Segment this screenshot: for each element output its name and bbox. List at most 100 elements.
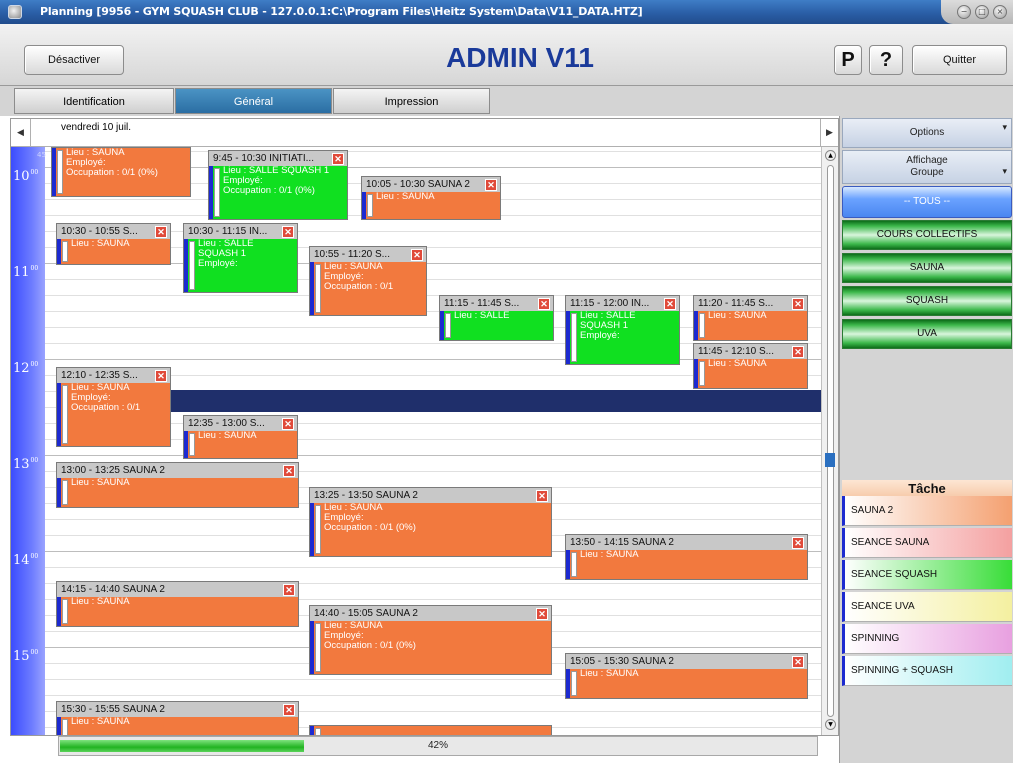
scroll-down-icon[interactable]: ▼ [825, 719, 836, 730]
close-icon[interactable]: ✕ [282, 226, 294, 238]
close-icon[interactable]: ✕ [283, 465, 295, 477]
event-details: Lieu : SAUNA [71, 477, 130, 488]
event-block[interactable]: 13:50 - 14:15 SAUNA 2 Lieu : SAUNA ✕ [565, 534, 808, 580]
event-block[interactable]: 12:35 - 13:00 S... Lieu : SAUNA ✕ [183, 415, 298, 459]
event-details: Lieu : SAUNA Employé: Occupation : 0/1 [71, 382, 141, 413]
event-indicator [315, 623, 321, 672]
hour-label: 1200 [13, 361, 39, 376]
tab-identification[interactable]: Identification [14, 88, 174, 114]
event-side-marker [52, 148, 56, 196]
minimize-icon[interactable]: − [957, 5, 971, 19]
event-block[interactable]: 10:30 - 11:15 IN... Lieu : SALLE SQUASH 1… [183, 223, 298, 293]
app-title: ADMIN V11 [446, 42, 594, 73]
close-icon[interactable]: ✕ [332, 153, 344, 165]
close-icon[interactable]: ✕ [792, 656, 804, 668]
event-body: Lieu : SALLE [440, 311, 553, 340]
close-icon[interactable]: ✕ [283, 584, 295, 596]
task-item[interactable]: SPINNING [842, 624, 1012, 654]
maximize-icon[interactable]: □ [975, 5, 989, 19]
close-icon[interactable]: ✕ [282, 418, 294, 430]
close-icon[interactable]: ✕ [536, 490, 548, 502]
date-label: vendredi 10 juil. [61, 122, 132, 133]
event-body: Lieu : SAUNA [694, 359, 807, 388]
event-indicator [699, 313, 705, 338]
hour-label: 1300 [13, 457, 39, 472]
deactivate-button[interactable]: Désactiver [24, 45, 124, 75]
event-details: Lieu : SAUNA [708, 310, 767, 321]
event-block[interactable]: 15:30 - 15:55 SAUNA 2 Lieu : SAUNA ✕ [56, 701, 299, 735]
event-title: 11:20 - 11:45 S... [694, 296, 807, 311]
event-block[interactable]: 12:10 - 12:35 S... Lieu : SAUNA Employé: … [56, 367, 171, 447]
close-icon[interactable]: ✕ [664, 298, 676, 310]
event-block[interactable]: 10:05 - 10:30 SAUNA 2 Lieu : SAUNA ✕ [361, 176, 501, 220]
event-block[interactable]: 11:15 - 11:45 S... Lieu : SALLE ✕ [439, 295, 554, 341]
options-dropdown[interactable]: Options ▾ [842, 118, 1012, 148]
event-indicator [367, 194, 373, 217]
task-item[interactable]: SEANCE SQUASH [842, 560, 1012, 590]
event-title: 10:05 - 10:30 SAUNA 2 [362, 177, 500, 192]
close-window-icon[interactable]: × [993, 5, 1007, 19]
close-icon[interactable]: ✕ [792, 537, 804, 549]
chevron-down-icon: ▾ [1002, 166, 1007, 176]
close-icon[interactable]: ✕ [485, 179, 497, 191]
tab-general[interactable]: Général [175, 88, 332, 114]
event-block[interactable] [309, 725, 552, 735]
close-icon[interactable]: ✕ [283, 704, 295, 716]
task-item[interactable]: SEANCE UVA [842, 592, 1012, 622]
scroll-track[interactable] [827, 165, 834, 717]
arrow-right-icon[interactable]: ▶ [820, 119, 838, 147]
close-icon[interactable]: ✕ [155, 226, 167, 238]
event-indicator [571, 552, 577, 577]
close-icon[interactable]: ✕ [411, 249, 423, 261]
task-item[interactable]: SEANCE SAUNA [842, 528, 1012, 558]
close-icon[interactable]: ✕ [792, 346, 804, 358]
group-item[interactable]: COURS COLLECTIFS [842, 220, 1012, 250]
event-details: Lieu : SAUNA [71, 596, 130, 607]
event-block[interactable]: 15:05 - 15:30 SAUNA 2 Lieu : SAUNA ✕ [565, 653, 808, 699]
group-item[interactable]: SQUASH [842, 286, 1012, 316]
event-block[interactable]: 11:15 - 12:00 IN... Lieu : SALLE SQUASH 1… [565, 295, 680, 365]
event-title: 12:35 - 13:00 S... [184, 416, 297, 431]
vertical-scrollbar[interactable]: ▲ ▼ [821, 147, 838, 735]
event-block[interactable]: 10:55 - 11:20 S... Lieu : SAUNA Employé: … [309, 246, 427, 316]
event-block[interactable]: 14:15 - 14:40 SAUNA 2 Lieu : SAUNA ✕ [56, 581, 299, 627]
event-block[interactable]: Lieu : SAUNA Employé: Occupation : 0/1 (… [51, 147, 191, 197]
close-icon[interactable]: ✕ [155, 370, 167, 382]
print-button[interactable]: P [834, 45, 862, 75]
app-icon [8, 5, 22, 19]
event-block[interactable]: 11:20 - 11:45 S... Lieu : SAUNA ✕ [693, 295, 808, 341]
quit-button[interactable]: Quitter [912, 45, 1007, 75]
group-item[interactable]: UVA [842, 319, 1012, 349]
event-block[interactable]: 14:40 - 15:05 SAUNA 2 Lieu : SAUNA Employ… [309, 605, 552, 675]
task-item[interactable]: SPINNING + SQUASH [842, 656, 1012, 686]
event-body: Lieu : SALLE SQUASH 1 Employé: [566, 311, 679, 364]
group-item[interactable]: SAUNA [842, 253, 1012, 283]
event-title: 13:25 - 13:50 SAUNA 2 [310, 488, 551, 503]
current-time-band [171, 390, 823, 412]
tab-impression[interactable]: Impression [333, 88, 490, 114]
task-item[interactable]: SAUNA 2 [842, 496, 1012, 526]
event-title: 14:15 - 14:40 SAUNA 2 [57, 582, 298, 597]
scroll-thumb[interactable] [825, 453, 835, 467]
event-block[interactable]: 9:45 - 10:30 INITIATI... Lieu : SALLE SQU… [208, 150, 348, 220]
scroll-up-icon[interactable]: ▲ [825, 150, 836, 161]
progress-bar: 42% [58, 736, 818, 756]
close-icon[interactable]: ✕ [792, 298, 804, 310]
event-block[interactable]: 13:25 - 13:50 SAUNA 2 Lieu : SAUNA Employ… [309, 487, 552, 557]
help-button[interactable]: ? [869, 45, 903, 75]
event-details: Lieu : SAUNA [376, 191, 435, 202]
event-block[interactable]: 11:45 - 12:10 S... Lieu : SAUNA ✕ [693, 343, 808, 389]
event-title: 15:30 - 15:55 SAUNA 2 [57, 702, 298, 717]
window-title: Planning [9956 - GYM SQUASH CLUB - 127.0… [40, 5, 643, 18]
arrow-left-icon[interactable]: ◀ [11, 119, 31, 147]
close-icon[interactable]: ✕ [538, 298, 550, 310]
hour-label: 1000 [13, 169, 39, 184]
event-block[interactable]: 10:30 - 10:55 S... Lieu : SAUNA ✕ [56, 223, 171, 265]
event-body: Lieu : SAUNA Employé: Occupation : 0/1 (… [310, 503, 551, 556]
close-icon[interactable]: ✕ [536, 608, 548, 620]
display-group-dropdown[interactable]: Affichage Groupe ▾ [842, 150, 1012, 184]
event-block[interactable]: 13:00 - 13:25 SAUNA 2 Lieu : SAUNA ✕ [56, 462, 299, 508]
event-body: Lieu : SAUNA [566, 669, 807, 698]
all-groups-button[interactable]: -- TOUS -- [842, 186, 1012, 218]
grid-line [45, 455, 821, 456]
